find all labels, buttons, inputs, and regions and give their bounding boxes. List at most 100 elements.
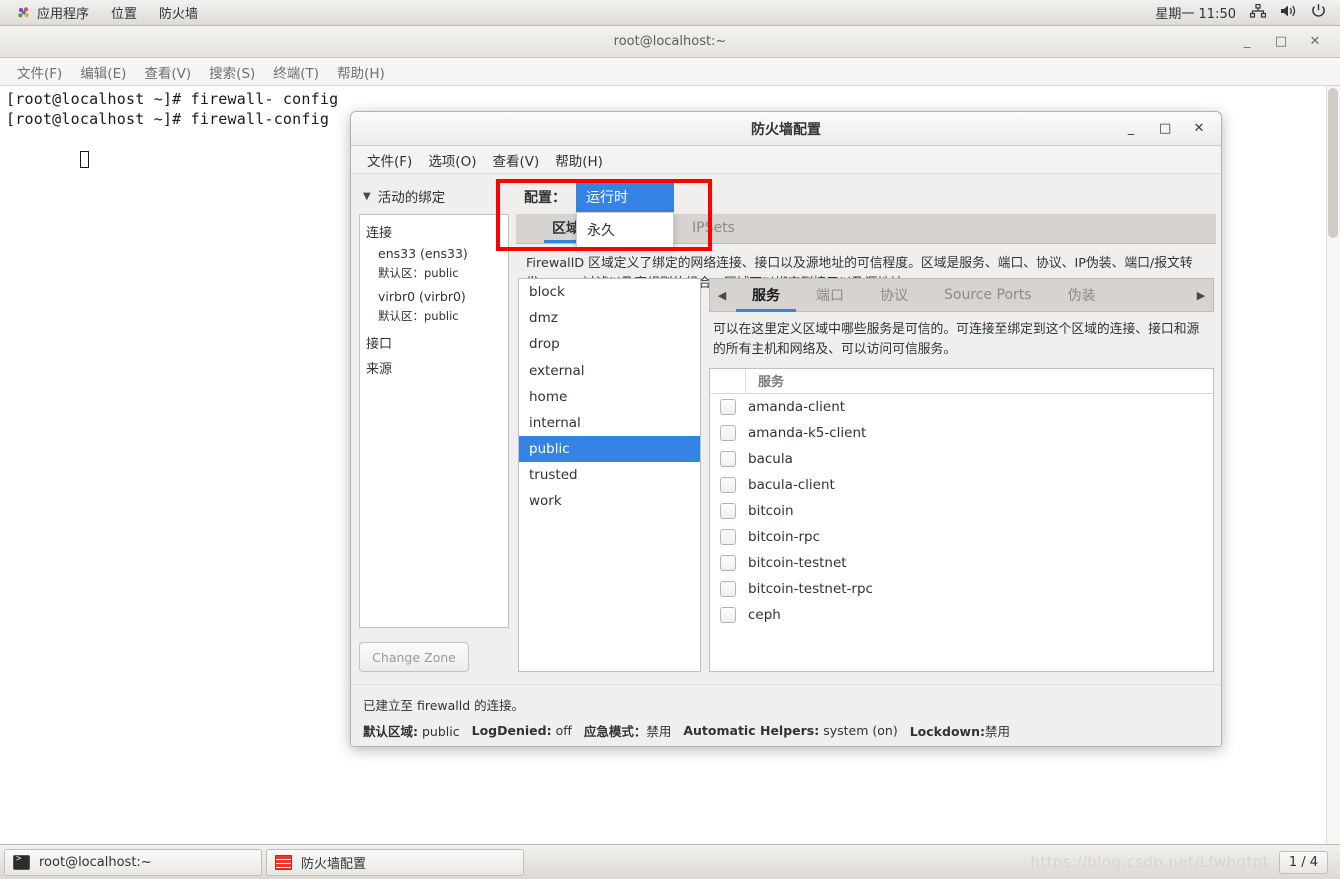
- firewall-menu-file[interactable]: 文件(F): [359, 148, 420, 172]
- terminal-menu-file[interactable]: 文件(F): [8, 60, 71, 84]
- firewall-close-button[interactable]: ✕: [1193, 121, 1205, 136]
- zone-item-external[interactable]: external: [519, 358, 700, 384]
- service-checkbox[interactable]: [720, 502, 736, 519]
- bindings-tree[interactable]: 连接 ens33 (ens33) 默认区：public virbr0 (virb…: [359, 214, 509, 628]
- configuration-combobox[interactable]: 运行时 永久: [576, 182, 674, 248]
- service-checkbox[interactable]: [720, 606, 736, 623]
- service-checkbox[interactable]: [720, 554, 736, 571]
- firewall-menubar: 文件(F) 选项(O) 查看(V) 帮助(H): [351, 146, 1221, 174]
- tab-services[interactable]: 服务: [734, 278, 798, 312]
- firewall-config-window: 防火墙配置 _ □ ✕ 文件(F) 选项(O) 查看(V) 帮助(H) ▼ 活动…: [350, 111, 1222, 747]
- firewall-window-title: 防火墙配置: [751, 121, 821, 138]
- services-table[interactable]: 服务 amanda-client amanda-k5-client bacula…: [709, 367, 1214, 672]
- change-zone-button[interactable]: Change Zone: [359, 642, 469, 672]
- firewall-menu-view[interactable]: 查看(V): [484, 148, 547, 172]
- terminal-menu-search[interactable]: 搜索(S): [200, 60, 264, 84]
- zone-item-public[interactable]: public: [519, 436, 700, 463]
- firewall-maximize-button[interactable]: □: [1159, 121, 1171, 136]
- service-checkbox[interactable]: [720, 476, 736, 493]
- default-zone-status: 默认区域: public: [363, 721, 460, 740]
- zone-item-dmz[interactable]: dmz: [519, 305, 700, 331]
- service-checkbox[interactable]: [720, 450, 736, 467]
- configuration-selected-value[interactable]: 运行时: [576, 182, 674, 212]
- tree-group-sources[interactable]: 来源: [360, 355, 508, 380]
- places-menu[interactable]: 位置: [100, 0, 148, 25]
- tree-group-interfaces[interactable]: 接口: [360, 330, 508, 355]
- terminal-scrollbar[interactable]: [1326, 86, 1340, 844]
- power-icon[interactable]: [1311, 3, 1326, 22]
- helpers-status: Automatic Helpers: system (on): [683, 723, 897, 738]
- tab-scroll-left-icon[interactable]: ◀: [710, 289, 734, 302]
- applications-menu[interactable]: 应用程序: [6, 0, 100, 25]
- tab-masquerading[interactable]: 伪装: [1050, 278, 1114, 312]
- tab-source-ports[interactable]: Source Ports: [926, 278, 1050, 312]
- terminal-minimize-button[interactable]: _: [1240, 34, 1254, 49]
- services-pane: ◀ 服务 端口 协议 Source Ports 伪装 ▶ 可以在这里定义区域中哪…: [709, 278, 1214, 672]
- table-row[interactable]: bitcoin-rpc: [710, 524, 1213, 550]
- terminal-maximize-button[interactable]: □: [1274, 34, 1288, 49]
- service-checkbox[interactable]: [720, 424, 736, 441]
- firewall-minimize-button[interactable]: _: [1125, 121, 1137, 136]
- firewall-menu-options[interactable]: 选项(O): [420, 148, 484, 172]
- service-name: bitcoin-rpc: [748, 528, 821, 545]
- taskbar: root@localhost:~ 防火墙配置 https://blog.csdn…: [0, 844, 1340, 879]
- panic-label: 应急模式：: [583, 724, 647, 739]
- top-panel-right: 星期一 11:50: [1155, 3, 1340, 22]
- tab-protocols[interactable]: 协议: [862, 278, 926, 312]
- firewall-titlebar[interactable]: 防火墙配置 _ □ ✕: [351, 112, 1221, 146]
- configuration-row: 配置： 运行时 永久: [516, 180, 1216, 248]
- service-checkbox[interactable]: [720, 528, 736, 545]
- zone-value: public: [424, 265, 459, 280]
- zone-list[interactable]: block dmz drop external home internal pu…: [518, 278, 701, 672]
- configuration-label: 配置：: [524, 190, 566, 206]
- table-row[interactable]: bitcoin: [710, 498, 1213, 524]
- terminal-titlebar[interactable]: root@localhost:~ _ □ ✕: [0, 26, 1340, 58]
- terminal-scrollbar-thumb[interactable]: [1328, 88, 1338, 238]
- table-row[interactable]: amanda-client: [710, 394, 1213, 420]
- table-row[interactable]: ceph: [710, 602, 1213, 628]
- zone-item-block[interactable]: block: [519, 279, 700, 305]
- terminal-menu-terminal[interactable]: 终端(T): [264, 60, 328, 84]
- table-row[interactable]: bacula: [710, 446, 1213, 472]
- configuration-option-permanent[interactable]: 永久: [577, 213, 673, 247]
- service-checkbox[interactable]: [720, 398, 736, 415]
- tree-item-connection[interactable]: virbr0 (virbr0): [360, 287, 508, 308]
- zone-item-drop[interactable]: drop: [519, 331, 700, 357]
- zone-config-pane: 配置： 运行时 永久 区域 IPSets FirewallD 区域定义了绑定的网…: [516, 180, 1216, 672]
- terminal-menu-edit[interactable]: 编辑(E): [71, 60, 135, 84]
- table-row[interactable]: amanda-k5-client: [710, 420, 1213, 446]
- tab-scroll-right-icon[interactable]: ▶: [1189, 289, 1213, 302]
- network-icon[interactable]: [1249, 3, 1267, 22]
- service-name: ceph: [748, 606, 781, 623]
- taskbar-item-firewall[interactable]: 防火墙配置: [266, 848, 524, 876]
- top-panel-left: 应用程序 位置 防火墙: [0, 0, 209, 25]
- tab-ipsets[interactable]: IPSets: [676, 213, 751, 243]
- volume-icon[interactable]: [1280, 4, 1297, 22]
- tree-group-connections[interactable]: 连接: [360, 219, 508, 244]
- table-row[interactable]: bitcoin-testnet: [710, 550, 1213, 576]
- places-menu-label: 位置: [111, 7, 138, 22]
- firewall-menu-help[interactable]: 帮助(H): [547, 148, 611, 172]
- zone-label: 默认区：: [378, 265, 424, 280]
- zone-item-internal[interactable]: internal: [519, 410, 700, 436]
- services-header-checkbox-col: [710, 368, 746, 394]
- zone-item-home[interactable]: home: [519, 384, 700, 410]
- terminal-close-button[interactable]: ✕: [1308, 34, 1322, 49]
- zone-item-trusted[interactable]: trusted: [519, 462, 700, 488]
- workspace-switcher[interactable]: 1 / 4: [1278, 850, 1328, 874]
- active-app-menu[interactable]: 防火墙: [148, 0, 209, 25]
- active-bindings-header[interactable]: ▼ 活动的绑定: [357, 180, 509, 214]
- services-description: 可以在这里定义区域中哪些服务是可信的。可连接至绑定到这个区域的连接、接口和源的所…: [713, 322, 1200, 357]
- tab-ports[interactable]: 端口: [798, 278, 862, 312]
- clock[interactable]: 星期一 11:50: [1155, 3, 1236, 22]
- table-row[interactable]: bacula-client: [710, 472, 1213, 498]
- lockdown-label: Lockdown:: [909, 724, 985, 739]
- terminal-menu-help[interactable]: 帮助(H): [328, 60, 394, 84]
- lockdown-value: 禁用: [984, 724, 1010, 739]
- service-checkbox[interactable]: [720, 580, 736, 597]
- taskbar-item-terminal[interactable]: root@localhost:~: [4, 848, 262, 876]
- tree-item-connection[interactable]: ens33 (ens33): [360, 244, 508, 265]
- zone-item-work[interactable]: work: [519, 488, 700, 514]
- table-row[interactable]: bitcoin-testnet-rpc: [710, 576, 1213, 602]
- terminal-menu-view[interactable]: 查看(V): [135, 60, 200, 84]
